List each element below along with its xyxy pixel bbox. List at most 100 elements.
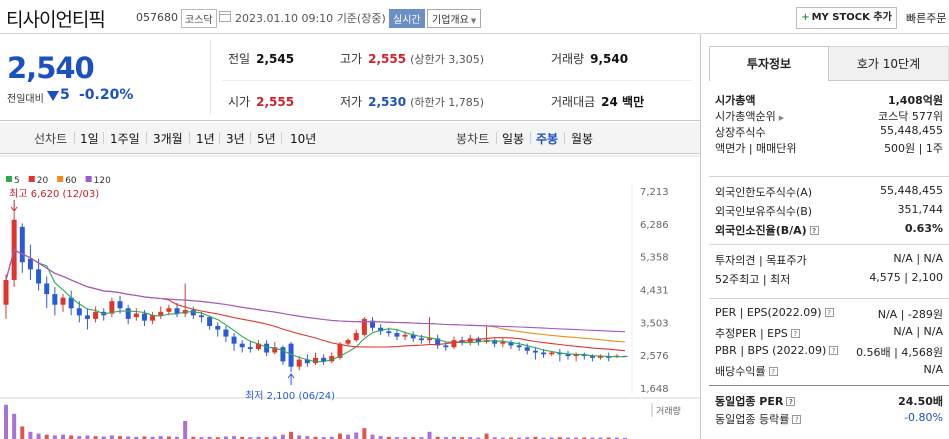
candlestick-chart-svg[interactable]: 5 20 60 120 7,213 6,286 5,358 4,431 3,503 2,576 1,…: [0, 155, 700, 439]
stock-header: 티사이언티픽 057680 코스닥 2023.01.10 09:10 기준(장중…: [0, 0, 949, 34]
period-3m[interactable]: 3개월: [153, 130, 183, 147]
info-key: 동일업종 PER?: [715, 393, 796, 409]
help-icon[interactable]: ?: [786, 397, 796, 406]
info-key-text: PER | EPS(2022.09): [715, 306, 822, 319]
info-value: 코스닥 577위: [878, 110, 943, 123]
candle-body: [264, 343, 270, 353]
quote-datetime: 2023.01.10 09:10 기준(장중): [235, 12, 386, 25]
candle-body: [60, 297, 66, 305]
info-value: 0.56배 | 4,568원: [856, 346, 943, 359]
y-tick-label: 4,431: [640, 285, 669, 296]
period-5y[interactable]: 5년: [257, 130, 276, 147]
prev-close: 전일 2,545: [228, 52, 295, 66]
candle-body: [532, 350, 538, 353]
divider: [281, 132, 282, 144]
volume-bar: [44, 434, 49, 439]
volume-bar: [346, 434, 351, 439]
period-1w[interactable]: 1주일: [110, 130, 140, 147]
company-info-dropdown[interactable]: 기업개요 ▼: [427, 9, 482, 28]
volume-bar: [354, 432, 359, 439]
volume-bar: [36, 433, 41, 439]
tab-invest-info[interactable]: 투자정보: [709, 46, 829, 81]
candle-body: [19, 226, 25, 263]
stock-chart[interactable]: 5 20 60 120 7,213 6,286 5,358 4,431 3,503 2,576 1,…: [0, 155, 700, 439]
candle-body: [427, 338, 433, 341]
info-key: 상장주식수: [715, 124, 766, 140]
info-key-text: 상장주식수: [715, 126, 766, 139]
candle-body: [443, 345, 449, 348]
info-value: 1,408억원: [887, 94, 943, 107]
info-value: 24.50배: [898, 395, 943, 408]
annotation-high: 최고 6,620 (12/03): [9, 188, 99, 200]
info-key-text: 배당수익률: [715, 365, 766, 378]
info-key: 52주최고 | 최저: [715, 271, 790, 287]
info-value: N/A: [923, 363, 943, 376]
info-key-text: 외국인한도주식수(A): [715, 186, 813, 199]
price-summary: 2,540 전일대비 5 -0.20% 전일 2,545 고가 2,555 (상한가 …: [0, 34, 700, 121]
high-price: 고가 2,555 (상한가 3,305): [340, 52, 484, 66]
volume-bar: [85, 435, 90, 439]
add-mystock-button[interactable]: + MY STOCK 추가: [796, 7, 897, 29]
candle-body: [27, 258, 33, 270]
y-tick-label: 2,576: [640, 351, 669, 362]
divider: [74, 132, 75, 144]
volume-label: 거래량: [656, 405, 681, 417]
period-1y[interactable]: 1년: [196, 130, 215, 147]
candle-body: [451, 340, 457, 348]
plus-icon: +: [801, 12, 810, 23]
candle-weekly[interactable]: 주봉: [536, 130, 558, 147]
candle-daily[interactable]: 일봉: [502, 130, 524, 147]
legend-label-5: 5: [14, 176, 20, 186]
help-icon[interactable]: ?: [792, 415, 802, 424]
invest-info-panel: 투자정보 호가 10단계 시가총액 1,408억원시가총액순위 ▶ 코스닥 577위상…: [709, 46, 949, 439]
candle-body: [207, 317, 213, 326]
info-row: 외국인보유주식수(B) 351,744: [715, 203, 949, 219]
info-key-text: 시가총액순위: [715, 110, 776, 123]
realtime-badge[interactable]: 실시간: [389, 9, 425, 28]
moving-average-120: [5, 249, 626, 333]
chevron-right-icon[interactable]: ▶: [779, 114, 784, 122]
period-10y[interactable]: 10년: [290, 130, 316, 147]
info-value: N/A | N/A: [893, 325, 943, 338]
calendar-icon: [219, 11, 231, 22]
candle-body: [150, 315, 156, 321]
divider: [103, 132, 104, 144]
candle-body: [215, 325, 221, 330]
info-row: PBR | BPS (2022.09)? 0.56배 | 4,568원: [715, 344, 949, 360]
help-icon[interactable]: ?: [768, 367, 778, 376]
info-key-text: 추정PER | EPS: [715, 327, 788, 340]
quick-order-link[interactable]: 빠른주문: [906, 10, 946, 26]
volume-bar: [280, 434, 285, 439]
candle-monthly[interactable]: 월봉: [571, 130, 593, 147]
down-triangle-icon: [47, 91, 59, 101]
info-key-text: 투자의견 | 목표주가: [715, 254, 807, 267]
chevron-down-icon: ▼: [470, 17, 477, 25]
info-row: 외국인소진율(B/A)? 0.63%: [715, 222, 949, 238]
help-icon[interactable]: ?: [790, 329, 800, 338]
volume-bar: [52, 435, 57, 439]
legend-swatch-60: [57, 176, 64, 182]
candle-body: [36, 269, 42, 284]
volume-bar: [61, 434, 66, 439]
candle-body: [3, 279, 9, 305]
help-icon[interactable]: ?: [829, 346, 839, 355]
legend-label-120: 120: [94, 176, 111, 186]
help-icon[interactable]: ?: [809, 226, 819, 235]
period-3y[interactable]: 3년: [226, 130, 245, 147]
info-row: 외국인한도주식수(A) 55,448,455: [715, 184, 949, 200]
stock-code: 057680: [136, 11, 178, 24]
info-key-text: 시가총액: [715, 94, 756, 107]
info-value: 55,448,455: [880, 184, 943, 197]
divider: [709, 176, 949, 177]
tab-hoga-10[interactable]: 호가 10단계: [829, 46, 949, 81]
info-row: PER | EPS(2022.09)? N/A | -289원: [715, 306, 949, 322]
info-row: 배당수익률? N/A: [715, 363, 949, 379]
candle-body: [223, 329, 229, 337]
y-tick-label: 6,286: [640, 220, 669, 231]
help-icon[interactable]: ?: [824, 308, 834, 317]
period-1d[interactable]: 1일: [80, 130, 99, 147]
volume-bar: [4, 404, 8, 439]
stock-page: 티사이언티픽 057680 코스닥 2023.01.10 09:10 기준(장중…: [0, 0, 949, 439]
candle-body: [125, 308, 131, 319]
info-key: 시가총액: [715, 92, 755, 108]
